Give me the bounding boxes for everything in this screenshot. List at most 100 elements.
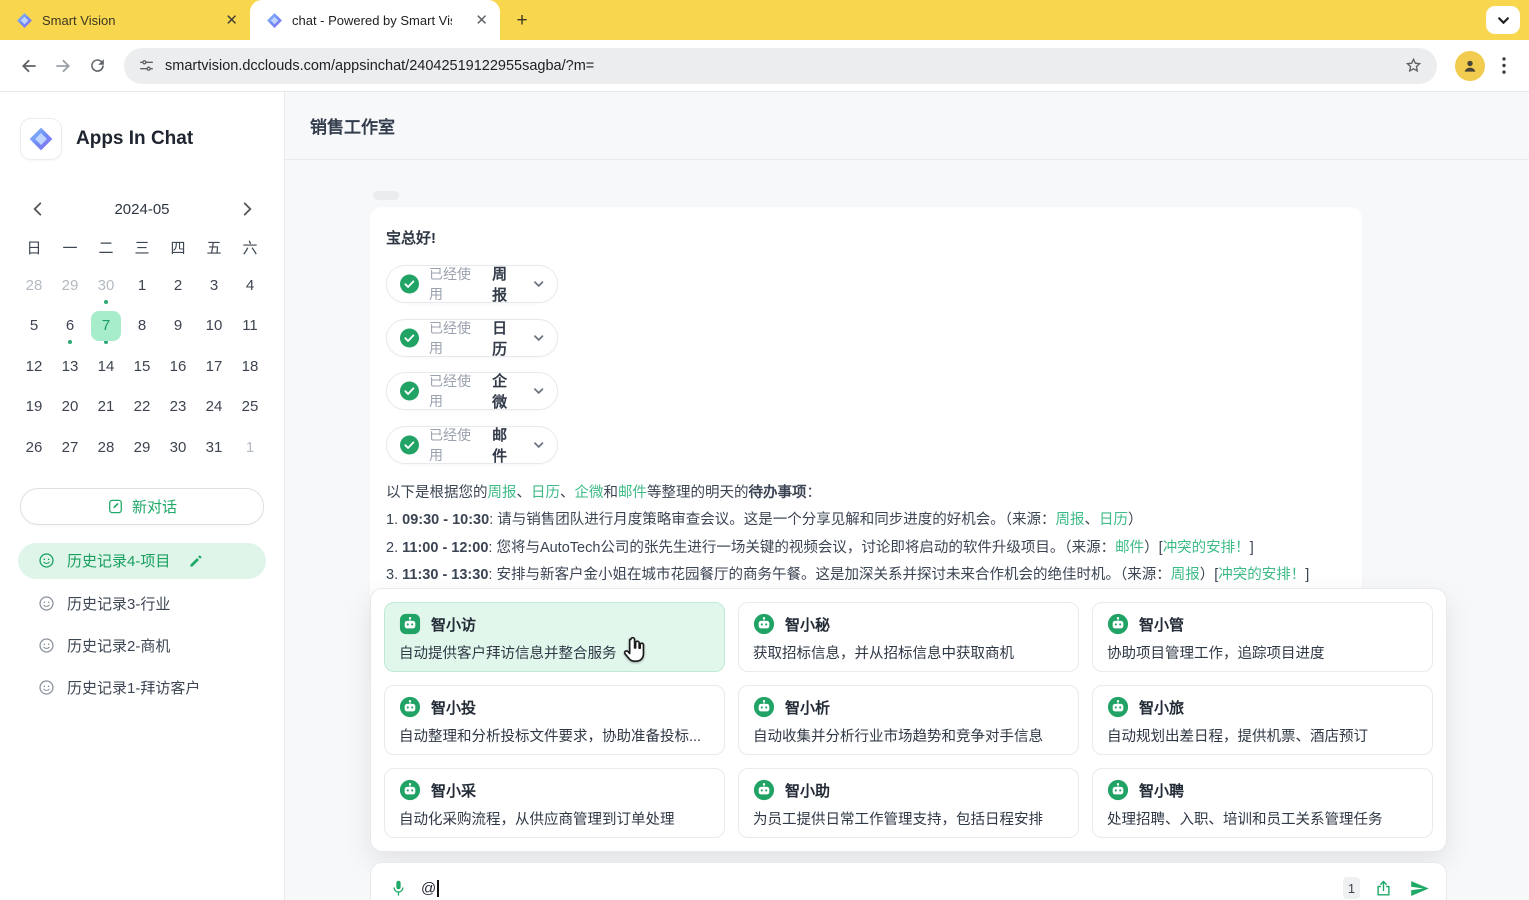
history-item[interactable]: 历史记录1-拜访客户 — [0, 667, 284, 709]
calendar-day[interactable]: 13 — [52, 346, 88, 387]
calendar-day[interactable]: 8 — [124, 306, 160, 347]
history-list: 历史记录4-项目历史记录3-行业历史记录2-商机历史记录1-拜访客户 — [0, 543, 284, 709]
calendar-day[interactable]: 6 — [52, 306, 88, 347]
history-item[interactable]: 历史记录2-商机 — [0, 625, 284, 667]
agent-card-6[interactable]: 智小旅自动规划出差日程，提供机票、酒店预订 — [1092, 685, 1433, 755]
history-item[interactable]: 历史记录3-行业 — [0, 583, 284, 625]
app-brand: Apps In Chat — [20, 118, 284, 160]
robot-icon — [399, 696, 421, 718]
robot-icon — [753, 696, 775, 718]
calendar-day[interactable]: 4 — [232, 265, 268, 306]
used-tool-button[interactable]: 已经使用日历 — [386, 319, 558, 357]
site-info-icon[interactable] — [138, 57, 155, 74]
mic-button[interactable] — [385, 875, 411, 900]
tab-chat[interactable]: chat - Powered by Smart Visi ✕ — [250, 0, 500, 40]
tab-title: chat - Powered by Smart Visi — [292, 13, 452, 28]
calendar: 2024-05 日一二三四五六 282930123456789101112131… — [0, 198, 284, 468]
scrolled-element-peek — [373, 191, 399, 200]
inline-link[interactable]: 企微 — [575, 485, 604, 501]
calendar-next-button[interactable] — [236, 198, 258, 220]
new-tab-button[interactable]: + — [508, 7, 536, 35]
close-icon[interactable]: ✕ — [475, 13, 488, 28]
inline-link[interactable]: 周报 — [1171, 567, 1200, 583]
calendar-day[interactable]: 30 — [160, 427, 196, 468]
inline-link[interactable]: 冲突的安排！ — [1218, 567, 1305, 583]
calendar-day[interactable]: 27 — [52, 427, 88, 468]
inline-link[interactable]: 邮件 — [1115, 540, 1144, 556]
greeting-text: 宝总好! — [386, 227, 1346, 248]
inline-link[interactable]: 周报 — [488, 485, 517, 501]
app-logo-icon — [266, 12, 283, 29]
close-icon[interactable]: ✕ — [225, 13, 238, 28]
profile-avatar[interactable] — [1455, 51, 1485, 81]
calendar-day[interactable]: 22 — [124, 387, 160, 428]
edit-pencil-icon[interactable] — [188, 553, 204, 569]
upload-icon — [1374, 879, 1393, 898]
agent-name: 智小聘 — [1139, 780, 1184, 801]
calendar-day[interactable]: 25 — [232, 387, 268, 428]
calendar-day[interactable]: 23 — [160, 387, 196, 428]
history-item[interactable]: 历史记录4-项目 — [18, 543, 266, 579]
used-buttons: 已经使用周报已经使用日历已经使用企微已经使用邮件 — [386, 265, 1346, 464]
calendar-day[interactable]: 1 — [232, 427, 268, 468]
calendar-day[interactable]: 21 — [88, 387, 124, 428]
inline-link[interactable]: 日历 — [531, 485, 560, 501]
agent-card-3[interactable]: 智小管协助项目管理工作，追踪项目进度 — [1092, 602, 1433, 672]
calendar-day[interactable]: 14 — [88, 346, 124, 387]
calendar-day[interactable]: 19 — [16, 387, 52, 428]
calendar-day[interactable]: 15 — [124, 346, 160, 387]
calendar-day[interactable]: 28 — [16, 265, 52, 306]
send-button[interactable] — [1406, 875, 1432, 900]
calendar-day[interactable]: 2 — [160, 265, 196, 306]
agent-card-5[interactable]: 智小析自动收集并分析行业市场趋势和竞争对手信息 — [738, 685, 1079, 755]
bookmark-star-icon[interactable] — [1404, 56, 1423, 75]
calendar-day[interactable]: 31 — [196, 427, 232, 468]
inline-link[interactable]: 日历 — [1099, 512, 1128, 528]
tab-search-chevron-button[interactable] — [1486, 6, 1520, 34]
agent-card-4[interactable]: 智小投自动整理和分析投标文件要求，协助准备投标... — [384, 685, 725, 755]
inline-link[interactable]: 冲突的安排！ — [1163, 540, 1250, 556]
calendar-prev-button[interactable] — [26, 198, 48, 220]
agent-card-9[interactable]: 智小聘处理招聘、入职、培训和员工关系管理任务 — [1092, 768, 1433, 838]
forward-button[interactable] — [46, 49, 80, 83]
calendar-day[interactable]: 16 — [160, 346, 196, 387]
back-button[interactable] — [12, 49, 46, 83]
calendar-day[interactable]: 11 — [232, 306, 268, 347]
used-tool-button[interactable]: 已经使用企微 — [386, 372, 558, 410]
calendar-day[interactable]: 30 — [88, 265, 124, 306]
calendar-day[interactable]: 20 — [52, 387, 88, 428]
used-tool-button[interactable]: 已经使用邮件 — [386, 426, 558, 464]
upload-button[interactable] — [1370, 875, 1396, 900]
agent-card-1[interactable]: 智小访自动提供客户拜访信息并整合服务 — [384, 602, 725, 672]
new-chat-button[interactable]: 新对话 — [20, 488, 264, 525]
calendar-day[interactable]: 9 — [160, 306, 196, 347]
calendar-day[interactable]: 1 — [124, 265, 160, 306]
tab-smart-vision[interactable]: Smart Vision ✕ — [0, 0, 250, 40]
address-bar[interactable]: smartvision.dcclouds.com/appsinchat/2404… — [124, 48, 1437, 84]
reload-button[interactable] — [80, 49, 114, 83]
reload-icon — [88, 56, 107, 75]
message-input[interactable]: @ — [421, 880, 1333, 897]
calendar-day[interactable]: 24 — [196, 387, 232, 428]
agent-card-2[interactable]: 智小秘获取招标信息，并从招标信息中获取商机 — [738, 602, 1079, 672]
calendar-day[interactable]: 5 — [16, 306, 52, 347]
calendar-day[interactable]: 12 — [16, 346, 52, 387]
agent-card-8[interactable]: 智小助为员工提供日常工作管理支持，包括日程安排 — [738, 768, 1079, 838]
used-tool-name: 周报 — [492, 263, 520, 305]
calendar-day[interactable]: 3 — [196, 265, 232, 306]
calendar-day[interactable]: 29 — [124, 427, 160, 468]
url-text[interactable]: smartvision.dcclouds.com/appsinchat/2404… — [165, 58, 1394, 74]
calendar-day[interactable]: 26 — [16, 427, 52, 468]
calendar-day[interactable]: 28 — [88, 427, 124, 468]
browser-menu-button[interactable] — [1491, 51, 1517, 81]
calendar-day[interactable]: 18 — [232, 346, 268, 387]
calendar-day[interactable]: 7 — [88, 306, 124, 347]
inline-link[interactable]: 邮件 — [618, 485, 647, 501]
calendar-day[interactable]: 10 — [196, 306, 232, 347]
used-tool-button[interactable]: 已经使用周报 — [386, 265, 558, 303]
agent-card-7[interactable]: 智小采自动化采购流程，从供应商管理到订单处理 — [384, 768, 725, 838]
inline-link[interactable]: 周报 — [1056, 512, 1085, 528]
calendar-day[interactable]: 29 — [52, 265, 88, 306]
calendar-day[interactable]: 17 — [196, 346, 232, 387]
back-icon — [19, 56, 39, 76]
